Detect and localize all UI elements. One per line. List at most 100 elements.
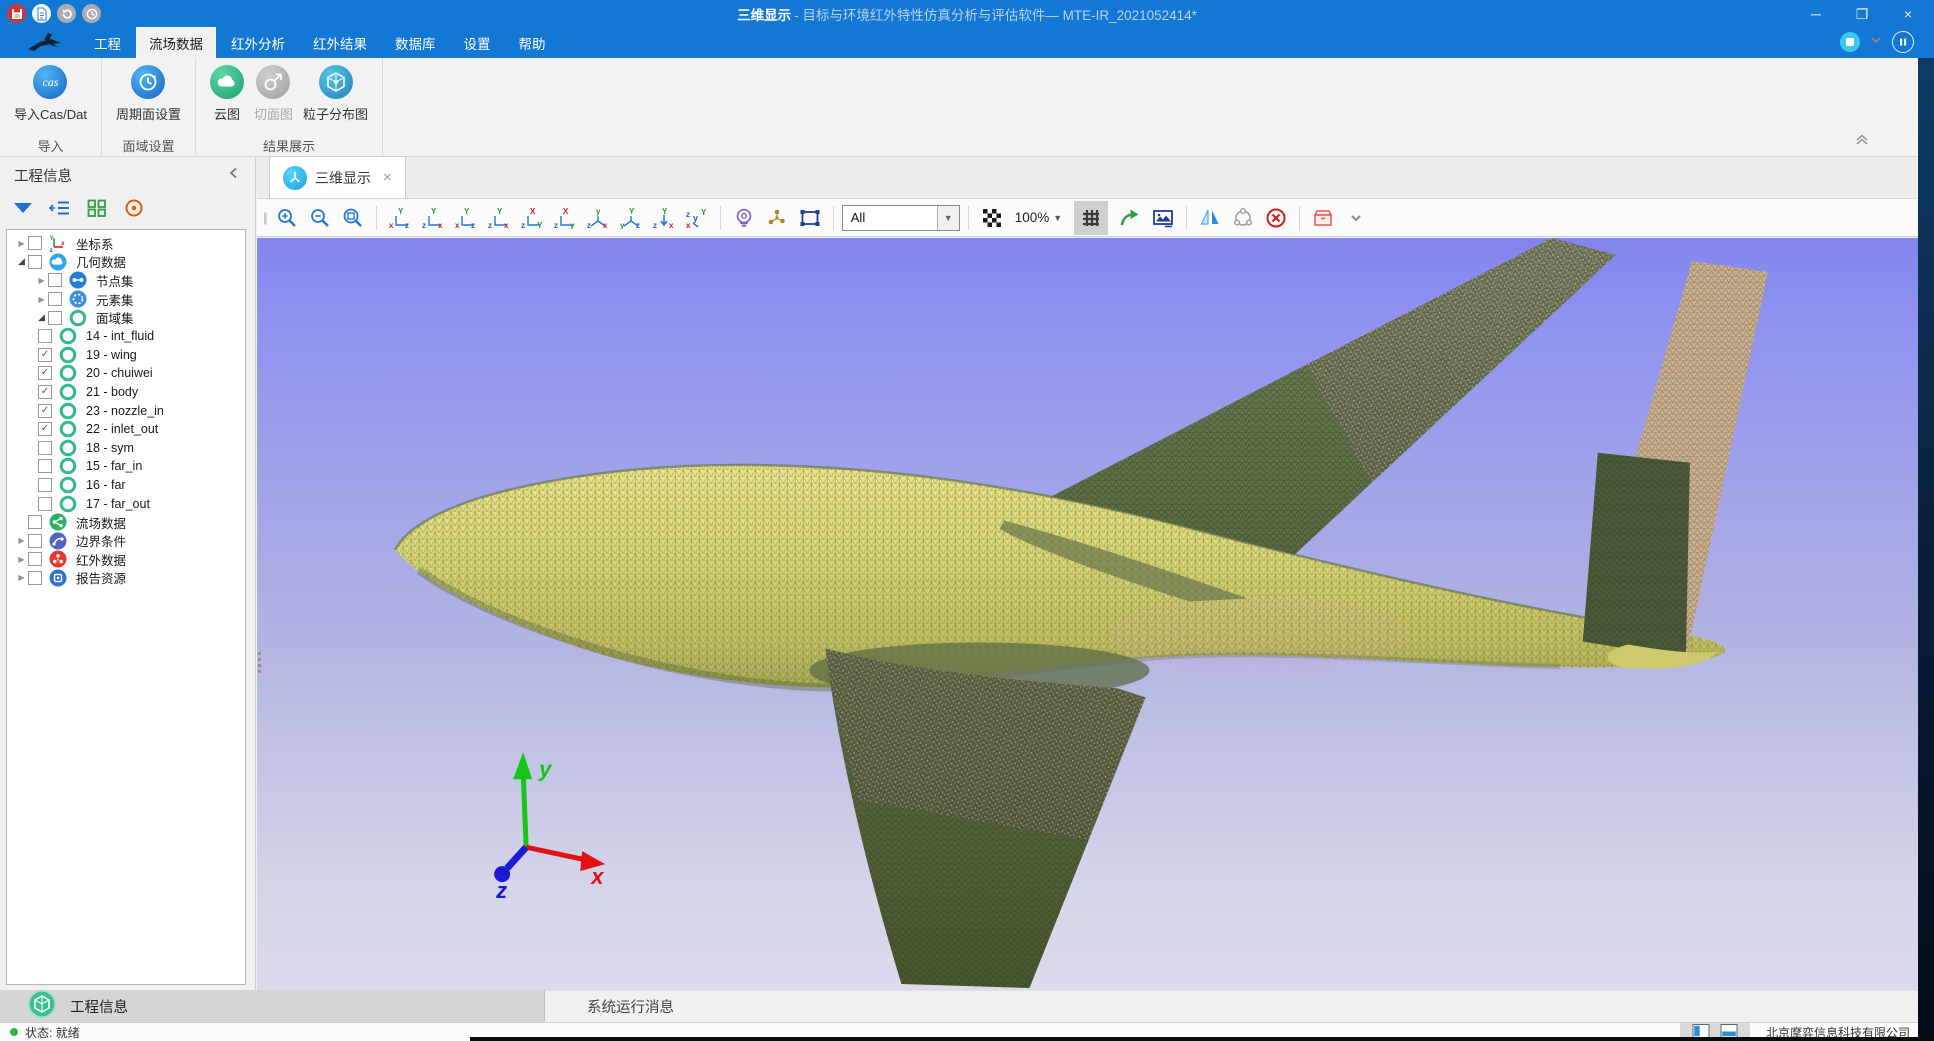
- expander-closed-icon[interactable]: ▶: [15, 536, 28, 545]
- rect-select-icon[interactable]: [795, 203, 825, 233]
- tree-item[interactable]: 14 - int_fluid: [7, 327, 245, 346]
- zoom-out-icon[interactable]: [305, 203, 335, 233]
- filter-icon[interactable]: [12, 198, 34, 223]
- zoom-level-control[interactable]: 100%▼: [1010, 210, 1067, 225]
- chevron-down-icon[interactable]: [1868, 32, 1884, 53]
- tree-checkbox[interactable]: ✓: [38, 422, 52, 436]
- expander-open-icon[interactable]: ◢: [35, 312, 48, 323]
- expander-open-icon[interactable]: ◢: [15, 256, 28, 267]
- grid4-icon[interactable]: [86, 198, 108, 223]
- menu-settings[interactable]: 设置: [451, 27, 504, 59]
- tree-item[interactable]: 15 - far_in: [7, 457, 245, 476]
- menu-help[interactable]: 帮助: [506, 27, 559, 59]
- tree-checkbox[interactable]: [28, 515, 42, 529]
- tree-checkbox[interactable]: [28, 255, 42, 269]
- tree-item[interactable]: ✓23 - nozzle_in: [7, 401, 245, 420]
- tree-checkbox[interactable]: [38, 497, 52, 511]
- grid-icon[interactable]: [1074, 201, 1108, 235]
- expander-closed-icon[interactable]: ▶: [15, 573, 28, 582]
- view-iso2-icon[interactable]: Yyz: [616, 203, 646, 233]
- menu-database[interactable]: 数据库: [382, 27, 449, 59]
- panel-collapse-chevron-left-icon[interactable]: [227, 166, 241, 184]
- close-button[interactable]: ×: [1892, 2, 1924, 26]
- chevron-down-icon[interactable]: [1341, 203, 1371, 233]
- tree-checkbox[interactable]: [48, 311, 62, 325]
- tree-checkbox[interactable]: [38, 459, 52, 473]
- expander-closed-icon[interactable]: ▶: [15, 555, 28, 564]
- view-iso3-icon[interactable]: Yzx: [649, 203, 679, 233]
- tree-item[interactable]: ▶Yzx坐标系: [7, 234, 245, 253]
- tree-item[interactable]: ▶红外数据: [7, 550, 245, 569]
- tree-checkbox[interactable]: ✓: [38, 348, 52, 362]
- menu-flow-data[interactable]: 流场数据: [136, 27, 216, 59]
- cancel-icon[interactable]: [1261, 203, 1291, 233]
- menu-engineering[interactable]: 工程: [81, 27, 134, 59]
- image-icon[interactable]: [1148, 203, 1178, 233]
- theme-icon[interactable]: [1840, 32, 1860, 52]
- cloud-map-button[interactable]: 云图: [210, 63, 244, 123]
- tree-checkbox[interactable]: ✓: [38, 404, 52, 418]
- tree-checkbox[interactable]: [28, 534, 42, 548]
- view-bottom-icon[interactable]: Xzy: [550, 203, 580, 233]
- view-back-icon[interactable]: Yzx: [418, 203, 448, 233]
- display-filter-select[interactable]: All▼: [842, 205, 960, 231]
- tree-item[interactable]: ✓21 - body: [7, 383, 245, 402]
- tab-close-icon[interactable]: ×: [383, 169, 392, 186]
- axis-triad-icon[interactable]: zyYx: [682, 203, 712, 233]
- tree-checkbox[interactable]: [28, 236, 42, 250]
- tree-item[interactable]: ▶报告资源: [7, 569, 245, 588]
- particle-map-button[interactable]: 粒子分布图: [303, 63, 368, 123]
- view-iso1-icon[interactable]: yzx: [583, 203, 613, 233]
- mirror-icon[interactable]: [1195, 203, 1225, 233]
- tree-item[interactable]: ▶节点集: [7, 271, 245, 290]
- tree-item[interactable]: ◢几何数据: [7, 253, 245, 272]
- tree-checkbox[interactable]: [38, 441, 52, 455]
- tree-checkbox[interactable]: [48, 273, 62, 287]
- tree-checkbox[interactable]: [38, 329, 52, 343]
- tree-item[interactable]: ✓19 - wing: [7, 346, 245, 365]
- project-info-footer-tab[interactable]: 工程信息: [0, 990, 545, 1022]
- collapse-list-icon[interactable]: [49, 198, 71, 223]
- menu-ir-analysis[interactable]: 红外分析: [218, 27, 298, 59]
- view-right-icon[interactable]: Yzx: [484, 203, 514, 233]
- tree-checkbox[interactable]: [28, 571, 42, 585]
- tree-item[interactable]: 18 - sym: [7, 439, 245, 458]
- tree-item[interactable]: ▶边界条件: [7, 532, 245, 551]
- tree-item[interactable]: 17 - far_out: [7, 494, 245, 513]
- tree-item[interactable]: 16 - far: [7, 476, 245, 495]
- tree-checkbox[interactable]: [48, 292, 62, 306]
- tree-item[interactable]: ◢面域集: [7, 308, 245, 327]
- menu-ir-results[interactable]: 红外结果: [300, 27, 380, 59]
- tree-checkbox[interactable]: [38, 478, 52, 492]
- tree-checkbox[interactable]: [28, 552, 42, 566]
- expander-closed-icon[interactable]: ▶: [35, 295, 48, 304]
- panel-splitter[interactable]: [258, 652, 261, 673]
- periodic-face-button[interactable]: 周期面设置: [116, 63, 181, 123]
- expander-closed-icon[interactable]: ▶: [35, 276, 48, 285]
- chevron-down-icon[interactable]: ▼: [937, 206, 959, 230]
- tree-item[interactable]: ✓22 - inlet_out: [7, 420, 245, 439]
- target-icon[interactable]: [123, 197, 145, 224]
- view-left-icon[interactable]: Yxz: [451, 203, 481, 233]
- checker-icon[interactable]: [977, 203, 1007, 233]
- ribbon-toggle-icon[interactable]: [1892, 31, 1914, 53]
- ribbon-collapse-chevron-icon[interactable]: [1854, 132, 1870, 151]
- tree-item[interactable]: ✓20 - chuiwei: [7, 364, 245, 383]
- tree-checkbox[interactable]: ✓: [38, 366, 52, 380]
- package-icon[interactable]: [1308, 203, 1338, 233]
- expander-closed-icon[interactable]: ▶: [15, 239, 28, 248]
- minimize-button[interactable]: ─: [1800, 2, 1832, 26]
- restore-button[interactable]: ❐: [1846, 2, 1878, 26]
- import-cas-dat-button[interactable]: cas导入Cas/Dat: [14, 63, 87, 123]
- viewport-3d[interactable]: y x z: [257, 238, 1918, 990]
- view-top-icon[interactable]: XzY: [517, 203, 547, 233]
- cluster-icon[interactable]: [762, 203, 792, 233]
- forward-arrow-icon[interactable]: [1115, 203, 1145, 233]
- view-front-icon[interactable]: Yxz: [385, 203, 415, 233]
- circle-nodes-icon[interactable]: [1228, 203, 1258, 233]
- zoom-fit-icon[interactable]: [338, 203, 368, 233]
- tab-3d-display[interactable]: 三维显示 ×: [269, 156, 406, 198]
- tree-checkbox[interactable]: ✓: [38, 385, 52, 399]
- tree-item[interactable]: 流场数据: [7, 513, 245, 532]
- zoom-in-icon[interactable]: [272, 203, 302, 233]
